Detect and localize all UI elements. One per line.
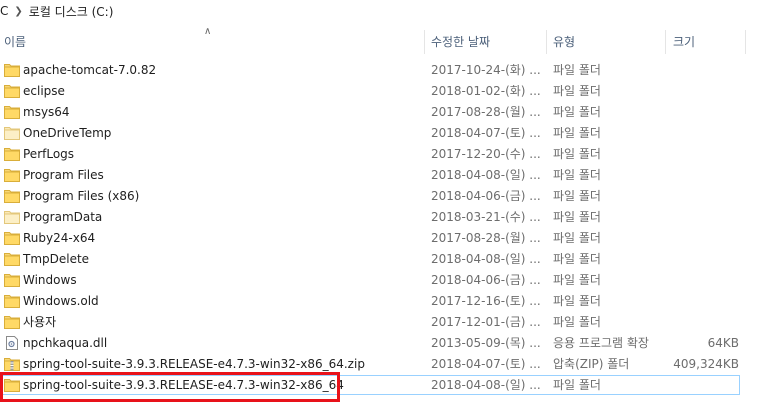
file-size: 64KB <box>707 336 739 350</box>
column-header-type[interactable]: 유형 <box>553 30 575 54</box>
column-header-size[interactable]: 크기 <box>673 30 695 54</box>
file-type: 파일 폴더 <box>553 315 601 329</box>
file-row[interactable]: msys64 2017-08-28-(월) ... 파일 폴더 <box>0 102 780 123</box>
file-name[interactable]: Windows.old <box>23 291 99 312</box>
breadcrumb-prefix[interactable]: C <box>0 4 8 18</box>
column-header-date[interactable]: 수정한 날짜 <box>431 30 490 54</box>
folder-icon <box>4 147 20 161</box>
file-row[interactable]: 사용자 2017-12-01-(금) ... 파일 폴더 <box>0 312 780 333</box>
file-name[interactable]: Ruby24-x64 <box>23 228 95 249</box>
file-date: 2018-04-08-(일) ... <box>431 252 541 266</box>
file-row[interactable]: PerfLogs 2017-12-20-(수) ... 파일 폴더 <box>0 144 780 165</box>
file-date: 2018-04-08-(일) ... <box>431 378 541 392</box>
file-name[interactable]: npchkaqua.dll <box>23 333 107 354</box>
file-type: 파일 폴더 <box>553 294 601 308</box>
folder-icon <box>4 168 20 182</box>
file-type: 파일 폴더 <box>553 189 601 203</box>
file-row[interactable]: Windows 2018-04-06-(금) ... 파일 폴더 <box>0 270 780 291</box>
file-type: 파일 폴더 <box>553 147 601 161</box>
file-type: 파일 폴더 <box>553 378 601 392</box>
file-date: 2018-04-07-(토) ... <box>431 357 541 371</box>
file-name[interactable]: TmpDelete <box>23 249 89 270</box>
file-row[interactable]: ProgramData 2018-03-21-(수) ... 파일 폴더 <box>0 207 780 228</box>
column-header-name[interactable]: 이름 <box>4 30 26 54</box>
column-divider[interactable] <box>424 30 425 54</box>
column-divider[interactable] <box>745 30 746 54</box>
file-type: 파일 폴더 <box>553 252 601 266</box>
file-name[interactable]: OneDriveTemp <box>23 123 111 144</box>
folder-icon <box>4 105 20 119</box>
file-type: 파일 폴더 <box>553 105 601 119</box>
folder-icon <box>4 63 20 77</box>
file-date: 2017-08-28-(월) ... <box>431 105 541 119</box>
dll-file-icon <box>4 336 20 350</box>
file-date: 2017-12-01-(금) ... <box>431 315 541 329</box>
column-divider[interactable] <box>665 30 666 54</box>
sort-up-caret-icon: ∧ <box>204 26 212 37</box>
column-header: ∧ 이름 수정한 날짜 유형 크기 <box>0 26 780 54</box>
file-row[interactable]: apache-tomcat-7.0.82 2017-10-24-(화) ... 파일… <box>0 60 780 81</box>
folder-icon <box>4 315 20 329</box>
folder-icon <box>4 294 20 308</box>
file-date: 2017-10-24-(화) ... <box>431 63 541 77</box>
file-date: 2017-12-16-(토) ... <box>431 294 541 308</box>
file-type: 파일 폴더 <box>553 231 601 245</box>
folder-icon <box>4 84 20 98</box>
file-name[interactable]: ProgramData <box>23 207 102 228</box>
file-row[interactable]: eclipse 2018-01-02-(화) ... 파일 폴더 <box>0 81 780 102</box>
folder-icon <box>4 189 20 203</box>
file-name[interactable]: PerfLogs <box>23 144 74 165</box>
file-row[interactable]: Windows.old 2017-12-16-(토) ... 파일 폴더 <box>0 291 780 312</box>
folder-light-icon <box>4 126 20 140</box>
file-date: 2018-04-08-(일) ... <box>431 168 541 182</box>
file-row[interactable]: npchkaqua.dll 2013-05-09-(목) ... 응용 프로그램 확… <box>0 333 780 354</box>
file-row[interactable]: Program Files (x86) 2018-04-06-(금) ... 파일 … <box>0 186 780 207</box>
file-type: 파일 폴더 <box>553 63 601 77</box>
file-name[interactable]: apache-tomcat-7.0.82 <box>23 60 156 81</box>
file-name[interactable]: 사용자 <box>23 312 56 333</box>
file-row[interactable]: OneDriveTemp 2018-04-07-(토) ... 파일 폴더 <box>0 123 780 144</box>
file-type: 압축(ZIP) 폴더 <box>553 357 630 371</box>
file-date: 2013-05-09-(목) ... <box>431 336 541 350</box>
file-type: 파일 폴더 <box>553 210 601 224</box>
file-name[interactable]: Program Files <box>23 165 104 186</box>
zip-folder-icon <box>4 357 20 371</box>
breadcrumb[interactable]: C ❯ 로컬 디스크 (C:) <box>0 0 780 22</box>
file-date: 2018-04-07-(토) ... <box>431 126 541 140</box>
file-type: 파일 폴더 <box>553 168 601 182</box>
folder-icon <box>4 231 20 245</box>
chevron-right-icon[interactable]: ❯ <box>14 6 22 17</box>
file-date: 2018-01-02-(화) ... <box>431 84 541 98</box>
file-name[interactable]: Windows <box>23 270 77 291</box>
file-row[interactable]: Program Files 2018-04-08-(일) ... 파일 폴더 <box>0 165 780 186</box>
file-type: 파일 폴더 <box>553 273 601 287</box>
folder-light-icon <box>4 210 20 224</box>
breadcrumb-location[interactable]: 로컬 디스크 (C:) <box>29 3 114 20</box>
file-row[interactable]: TmpDelete 2018-04-08-(일) ... 파일 폴더 <box>0 249 780 270</box>
file-name[interactable]: Program Files (x86) <box>23 186 139 207</box>
highlight-box <box>0 372 340 402</box>
folder-icon <box>4 252 20 266</box>
file-type: 응용 프로그램 확장 <box>553 336 649 350</box>
file-type: 파일 폴더 <box>553 126 601 140</box>
file-date: 2018-03-21-(수) ... <box>431 210 541 224</box>
folder-icon <box>4 273 20 287</box>
file-name[interactable]: eclipse <box>23 81 65 102</box>
file-date: 2017-12-20-(수) ... <box>431 147 541 161</box>
file-date: 2018-04-06-(금) ... <box>431 273 541 287</box>
file-size: 409,324KB <box>673 357 739 371</box>
file-date: 2018-04-06-(금) ... <box>431 189 541 203</box>
column-divider[interactable] <box>546 30 547 54</box>
file-row[interactable]: Ruby24-x64 2017-08-28-(월) ... 파일 폴더 <box>0 228 780 249</box>
file-type: 파일 폴더 <box>553 84 601 98</box>
file-date: 2017-08-28-(월) ... <box>431 231 541 245</box>
file-name[interactable]: msys64 <box>23 102 70 123</box>
